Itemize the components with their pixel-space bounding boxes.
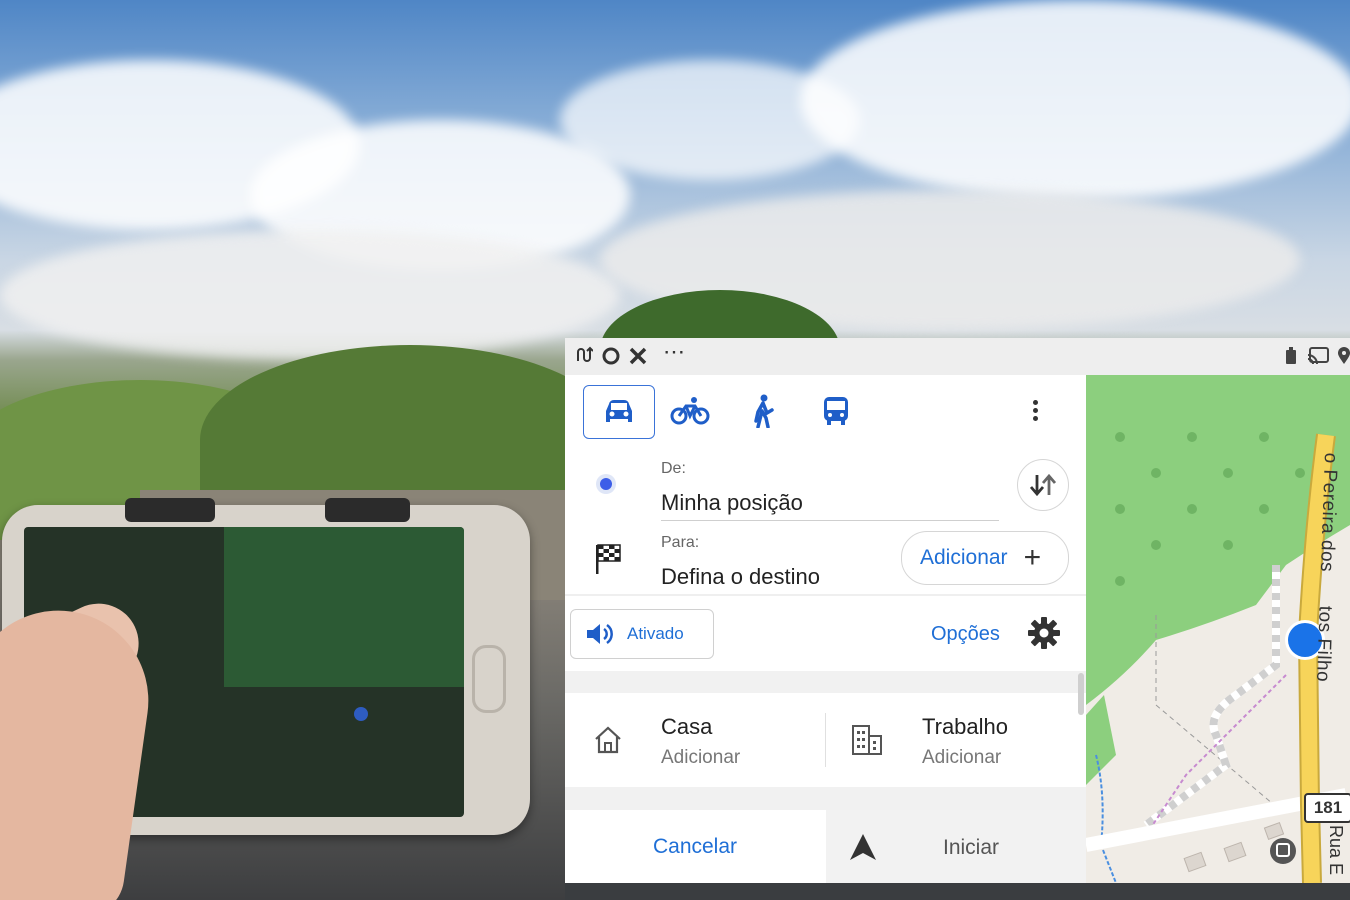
- mode-bicycle-button[interactable]: [655, 385, 725, 437]
- more-vertical-icon[interactable]: [1033, 397, 1038, 424]
- voice-guidance-toggle[interactable]: Ativado: [570, 609, 714, 659]
- scrollbar[interactable]: [1078, 673, 1084, 715]
- work-subtitle: Adicionar: [922, 747, 1002, 768]
- cast-icon: [1307, 347, 1329, 370]
- circle-icon[interactable]: [601, 346, 621, 371]
- map-view[interactable]: o Pereira dos tos Filho 181 Rua E: [1086, 375, 1350, 883]
- add-destination-label: Adicionar: [920, 546, 1008, 569]
- voice-guidance-label: Ativado: [627, 624, 684, 643]
- favorite-home[interactable]: Casa Adicionar: [661, 711, 881, 781]
- street-label-bottom: Rua E: [1326, 825, 1346, 876]
- close-icon[interactable]: [628, 346, 648, 371]
- options-button[interactable]: Opções: [931, 623, 1000, 646]
- bicycle-icon: [670, 397, 710, 425]
- from-label: De:: [661, 460, 686, 477]
- to-label: Para:: [661, 534, 700, 551]
- destination-field[interactable]: Defina o destino: [661, 564, 820, 590]
- add-destination-button[interactable]: Adicionar +: [901, 531, 1069, 585]
- home-subtitle: Adicionar: [661, 747, 741, 768]
- more-horizontal-icon[interactable]: ⋯: [663, 341, 685, 363]
- start-button[interactable]: Iniciar: [826, 810, 1086, 883]
- battery-icon: [1285, 347, 1297, 370]
- window-titlebar: ⋯: [565, 338, 1350, 376]
- cancel-button[interactable]: Cancelar: [565, 810, 825, 883]
- swap-button[interactable]: [1017, 459, 1069, 511]
- walk-icon: [754, 394, 774, 428]
- location-icon: [1337, 347, 1350, 370]
- origin-dot-icon: [596, 474, 616, 494]
- work-title: Trabalho: [922, 714, 1009, 739]
- destination-flag-icon: [594, 543, 622, 580]
- mode-car-button[interactable]: [583, 385, 655, 439]
- route-planner-panel: De: Minha posição Para: Defina o destino…: [565, 375, 1086, 883]
- navigation-arrow-icon: [850, 834, 876, 860]
- car-icon: [606, 400, 632, 422]
- gear-icon[interactable]: [1027, 616, 1061, 650]
- favorite-work[interactable]: Trabalho Adicionar: [922, 711, 1082, 781]
- home-title: Casa: [661, 714, 713, 739]
- speaker-icon: [587, 623, 613, 645]
- bottom-bar: [565, 883, 1350, 900]
- plus-icon: +: [1023, 541, 1042, 574]
- swap-icon: [1029, 473, 1057, 497]
- from-field[interactable]: Minha posição: [661, 490, 803, 516]
- bus-icon: [824, 397, 848, 425]
- road-number-badge: 181: [1304, 793, 1350, 823]
- building-icon: [851, 723, 883, 762]
- mode-bus-button[interactable]: [801, 385, 871, 437]
- home-icon: [593, 725, 623, 760]
- route-icon[interactable]: [575, 346, 594, 369]
- start-label: Iniciar: [943, 836, 1000, 859]
- mode-walk-button[interactable]: [728, 385, 798, 437]
